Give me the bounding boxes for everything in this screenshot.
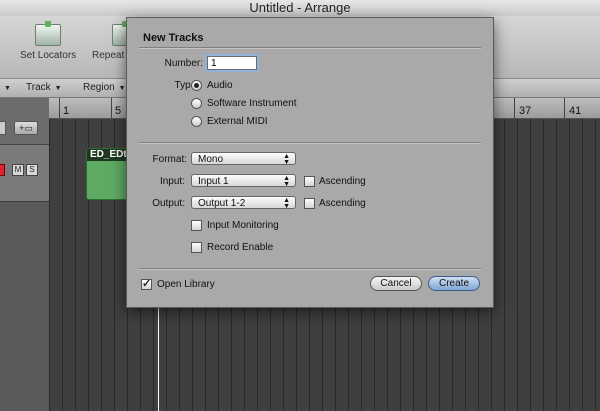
output-popup[interactable]: Output 1-2 ▲ ▼ xyxy=(191,196,296,210)
record-enable-label[interactable]: Record Enable xyxy=(207,242,273,253)
input-popup[interactable]: Input 1 ▲ ▼ xyxy=(191,174,296,188)
bar-number: 41 xyxy=(569,105,582,117)
format-popup[interactable]: Mono ▲ ▼ xyxy=(191,152,296,166)
separator xyxy=(139,142,481,144)
format-label: Format: xyxy=(152,154,187,165)
input-monitoring-label[interactable]: Input Monitoring xyxy=(207,220,279,231)
create-button[interactable]: Create xyxy=(428,276,480,291)
solo-button[interactable]: S xyxy=(26,164,38,176)
type-radio-software-instrument[interactable] xyxy=(191,98,202,109)
region-name: ED_EDt xyxy=(87,149,131,161)
input-label: Input: xyxy=(159,176,185,187)
repeat-button[interactable]: Repeat xyxy=(92,21,138,61)
track-list: +▭ M S xyxy=(0,98,49,411)
open-library-checkbox[interactable] xyxy=(141,277,152,290)
record-icon[interactable] xyxy=(0,164,5,176)
popup-arrows-icon: ▲ ▼ xyxy=(283,175,290,188)
dialog-title: New Tracks xyxy=(143,32,204,44)
type-option-software-instrument[interactable]: Software Instrument xyxy=(207,98,296,109)
output-label: Output: xyxy=(152,198,185,209)
number-label: Number: xyxy=(164,58,203,69)
window-title: Untitled - Arrange xyxy=(249,0,351,15)
track-list-toggle[interactable] xyxy=(0,121,6,135)
popup-arrows-icon: ▲ ▼ xyxy=(283,153,290,166)
type-option-audio[interactable]: Audio xyxy=(207,80,233,91)
set-locators-button[interactable]: Set Locators xyxy=(20,21,77,61)
record-enable-checkbox[interactable] xyxy=(191,242,202,253)
separator xyxy=(139,268,481,270)
set-locators-icon xyxy=(35,21,62,46)
repeat-label: Repeat xyxy=(92,50,125,61)
separator xyxy=(139,47,481,49)
type-option-external-midi[interactable]: External MIDI xyxy=(207,116,268,127)
track-menu[interactable]: Track ▼ xyxy=(26,82,62,93)
new-tracks-dialog: New Tracks Number: Type: Audio Software … xyxy=(126,17,494,308)
bar-number: 37 xyxy=(519,105,532,117)
track-header[interactable]: M S xyxy=(0,145,49,202)
track-list-header: +▭ xyxy=(0,98,49,145)
number-field[interactable] xyxy=(207,56,257,70)
type-radio-external-midi[interactable] xyxy=(191,116,202,127)
bar-number: 1 xyxy=(63,105,70,117)
bar-number: 5 xyxy=(115,105,122,117)
output-ascending-checkbox[interactable] xyxy=(304,198,315,209)
output-ascending-label[interactable]: Ascending xyxy=(319,198,366,209)
region-menu[interactable]: Region ▼ xyxy=(83,82,126,93)
input-monitoring-checkbox[interactable] xyxy=(191,220,202,231)
open-library-label[interactable]: Open Library xyxy=(157,279,215,290)
input-ascending-label[interactable]: Ascending xyxy=(319,176,366,187)
mute-button[interactable]: M xyxy=(12,164,24,176)
cancel-button[interactable]: Cancel xyxy=(370,276,422,291)
window-title-bar: Untitled - Arrange xyxy=(0,0,600,16)
type-radio-audio[interactable] xyxy=(191,80,202,91)
menu-caret[interactable]: ▼ xyxy=(2,82,11,93)
set-locators-label: Set Locators xyxy=(20,50,77,61)
input-ascending-checkbox[interactable] xyxy=(304,176,315,187)
add-track-button[interactable]: +▭ xyxy=(14,121,38,135)
popup-arrows-icon: ▲ ▼ xyxy=(283,197,290,210)
type-label: Type: xyxy=(174,80,199,91)
